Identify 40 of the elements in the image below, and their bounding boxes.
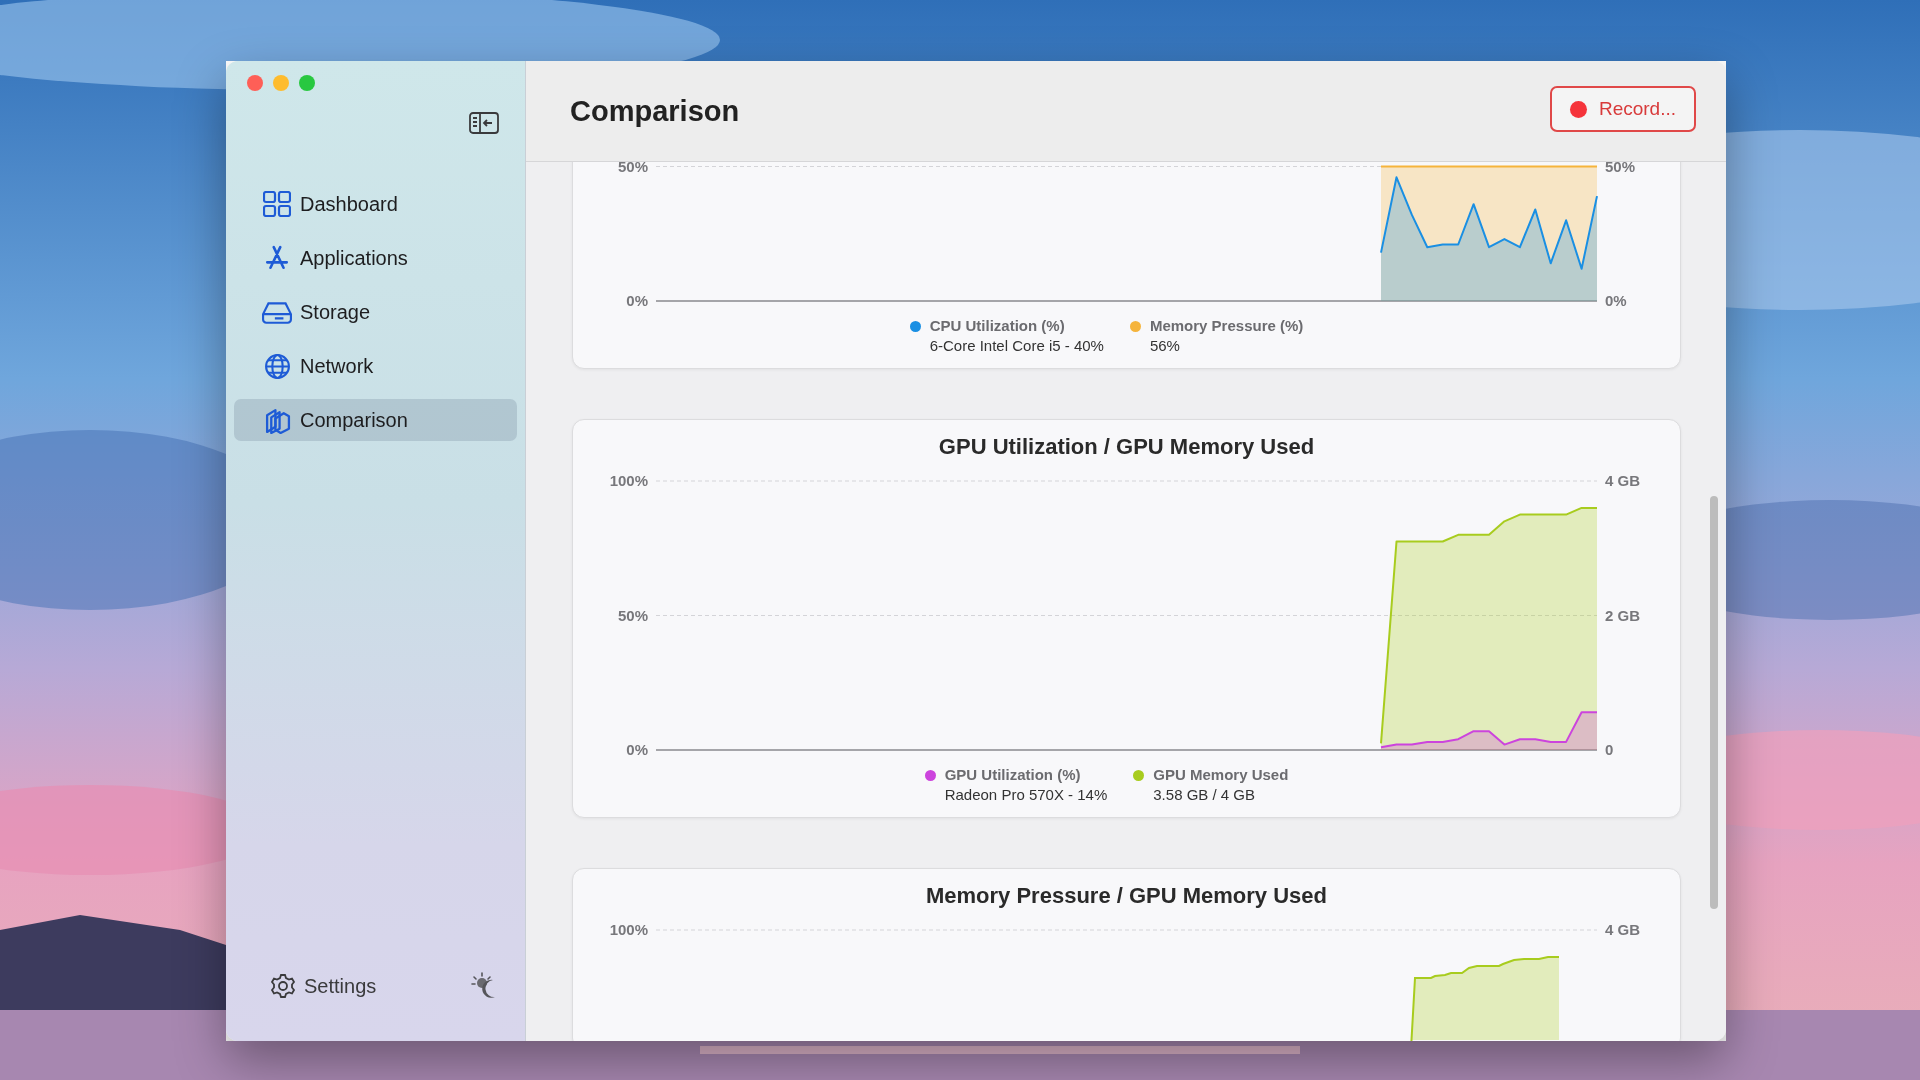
sidebar-toggle-icon[interactable] xyxy=(469,111,499,135)
minimize-button[interactable] xyxy=(273,75,289,91)
chart-title: Memory Pressure / GPU Memory Used xyxy=(924,882,1328,909)
axis-label: 0% xyxy=(626,292,648,309)
settings-icon xyxy=(270,973,296,999)
sidebar-item[interactable]: Dashboard xyxy=(234,183,517,225)
page-title: Comparison xyxy=(570,94,740,128)
axis-label: 4 GB xyxy=(1605,473,1640,489)
app-store-icon xyxy=(264,245,290,271)
sidebar-item[interactable]: Applications xyxy=(234,237,517,279)
globe-icon xyxy=(263,352,291,380)
sidebar-item[interactable]: Storage xyxy=(234,291,517,333)
axis-label: 50% xyxy=(617,606,648,624)
legend-label: GPU Utilization (%) xyxy=(944,765,1082,785)
sidebar-item[interactable]: Comparison xyxy=(234,399,517,441)
drive-icon xyxy=(262,300,292,324)
scrollbar-thumb[interactable] xyxy=(1710,496,1718,909)
axis-label: 4 GB xyxy=(1605,922,1640,938)
axis-label: 0% xyxy=(626,741,648,758)
legend-label: GPU Memory Used xyxy=(1153,765,1289,785)
legend-value: 6-Core Intel Core i5 - 40% xyxy=(929,336,1104,356)
axis-label: 0 xyxy=(1605,741,1614,758)
zoom-button[interactable] xyxy=(299,75,315,91)
settings-button[interactable]: Settings xyxy=(270,973,377,999)
chart-title: GPU Utilization / GPU Memory Used xyxy=(937,433,1316,460)
axis-label: 100% xyxy=(609,473,648,489)
legend-value: 56% xyxy=(1149,336,1181,356)
close-button[interactable] xyxy=(247,75,263,91)
legend-value: Radeon Pro 570X - 14% xyxy=(944,785,1108,805)
axis-label: 0% xyxy=(1605,292,1627,309)
grid-icon xyxy=(263,191,291,217)
record-icon xyxy=(1569,100,1587,118)
legend-label: Memory Pressure (%) xyxy=(1149,316,1304,336)
axis-label: 100% xyxy=(609,922,648,938)
axis-label: 2 GB xyxy=(1605,606,1640,624)
legend-value: 3.58 GB / 4 GB xyxy=(1153,785,1256,805)
record-button[interactable]: Record... xyxy=(1549,86,1696,132)
stacked-squares-icon xyxy=(263,406,291,434)
legend-label: CPU Utilization (%) xyxy=(929,316,1066,336)
sidebar-item[interactable]: Network xyxy=(234,345,517,387)
